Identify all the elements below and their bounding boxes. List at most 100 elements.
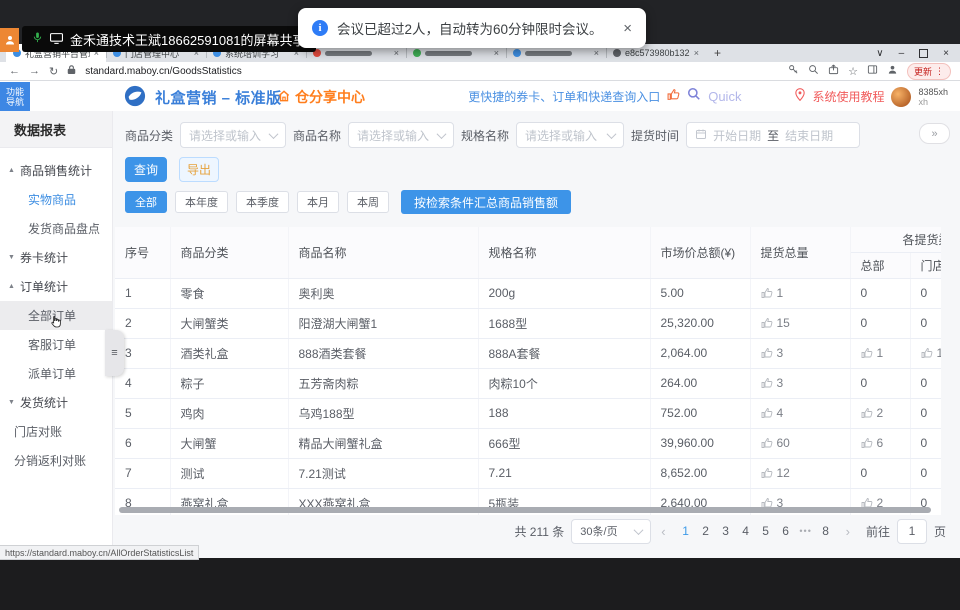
tab-close-icon[interactable]: × (394, 48, 399, 58)
sidebar-item[interactable]: 全部订单 (0, 301, 112, 330)
forward-icon[interactable]: → (29, 65, 40, 77)
screen-share-banner: 金禾通技术王斌18662591081的屏幕共享 (22, 26, 316, 52)
sidebar-item[interactable]: ▼发货统计 (0, 388, 112, 417)
range-tab[interactable]: 本季度 (236, 191, 289, 213)
quick-search-icon[interactable] (687, 87, 701, 106)
range-tab[interactable]: 本月 (297, 191, 339, 213)
sidebar-item[interactable]: 客服订单 (0, 330, 112, 359)
expand-filters-button[interactable]: » (919, 123, 950, 144)
summary-button[interactable]: 按检索条件汇总商品销售额 (401, 190, 571, 214)
sidebar-item-label: 订单统计 (20, 278, 68, 295)
goods-table-panel: 序号 商品分类 商品名称 规格名称 市场价总额(¥) 提货总量 各提货渠道 总部… (115, 227, 941, 515)
range-tab[interactable]: 全部 (125, 191, 167, 213)
spec-select[interactable]: 请选择或输入 (516, 122, 624, 148)
tab-search-chevron-icon[interactable]: ∨ (876, 48, 883, 59)
tab-close-icon[interactable]: × (694, 48, 699, 58)
table-cell: 3 (750, 338, 850, 368)
profile-icon[interactable] (887, 64, 898, 78)
padlock-icon[interactable] (67, 64, 76, 78)
export-button[interactable]: 导出 (179, 157, 219, 182)
page-number[interactable]: 2 (696, 524, 716, 538)
table-cell: 1 (910, 338, 941, 368)
function-nav-toggle[interactable]: 功能导航 (0, 82, 30, 111)
reload-icon[interactable]: ↻ (49, 65, 58, 78)
bookmark-star-icon[interactable]: ☆ (848, 65, 858, 78)
date-range-picker[interactable]: 开始日期 至 结束日期 (686, 122, 860, 148)
warehouse-icon (277, 89, 291, 106)
sidebar-item[interactable]: 派单订单 (0, 359, 112, 388)
location-pin-icon (795, 88, 805, 106)
tab-close-icon[interactable]: × (494, 48, 499, 58)
table-cell: 0 (910, 458, 941, 488)
sidebar-item-label: 实物商品 (28, 191, 76, 208)
new-tab-button[interactable]: + (710, 46, 725, 61)
goto-label: 前往 (866, 523, 890, 540)
sidebar-item[interactable]: 分销返利对账 (0, 446, 112, 475)
mouse-cursor-icon (50, 315, 61, 328)
sidebar-item[interactable]: 门店对账 (0, 417, 112, 446)
page-number[interactable]: 3 (716, 524, 736, 538)
back-icon[interactable]: ← (9, 65, 20, 77)
table-cell: 5.00 (650, 278, 750, 308)
sidebar-item[interactable]: 发货商品盘点 (0, 214, 112, 243)
table-cell: 乌鸡188型 (288, 398, 478, 428)
warehouse-share-center-link[interactable]: 仓分享中心 (277, 87, 365, 107)
goto-page-input[interactable] (897, 519, 927, 544)
table-cell: 5 (115, 398, 170, 428)
page-number[interactable]: 1 (676, 524, 696, 538)
product-name-select[interactable]: 请选择或输入 (348, 122, 454, 148)
next-page-button[interactable]: › (843, 524, 853, 539)
table-cell: 12 (750, 458, 850, 488)
category-select[interactable]: 请选择或输入 (180, 122, 286, 148)
range-tab[interactable]: 本周 (347, 191, 389, 213)
table-cell: 6 (850, 428, 910, 458)
sidebar-item[interactable]: ▲商品销售统计 (0, 156, 112, 185)
pickup-hand-icon (921, 347, 933, 359)
quick-label[interactable]: Quick (708, 89, 741, 104)
screen-share-icon (50, 32, 63, 47)
prev-page-button[interactable]: ‹ (658, 524, 668, 539)
minimize-button[interactable]: – (899, 48, 905, 59)
restore-window-button[interactable] (919, 49, 928, 58)
table-row: 2大闸蟹类阳澄湖大闸蟹11688型25,320.001500 (115, 308, 941, 338)
tab-close-icon[interactable]: × (594, 48, 599, 58)
side-panel-icon[interactable] (867, 64, 878, 78)
sidebar-item[interactable]: ▲订单统计 (0, 272, 112, 301)
sidebar-item[interactable]: 实物商品 (0, 185, 112, 214)
chrome-update-button[interactable]: 更新 ⋮ (907, 63, 951, 80)
url-text[interactable]: standard.maboy.cn/GoodsStatistics (85, 66, 242, 77)
page-numbers: 123456•••8 (676, 524, 836, 538)
table-cell: 粽子 (170, 368, 288, 398)
microphone-icon[interactable] (32, 31, 43, 47)
table-cell: 3 (750, 368, 850, 398)
col-header-category: 商品分类 (170, 227, 288, 278)
quick-entry-tip[interactable]: 更快捷的券卡、订单和快递查询入口 (468, 88, 660, 105)
screen-share-text: 金禾通技术王斌18662591081的屏幕共享 (70, 30, 306, 49)
table-cell: 1 (850, 338, 910, 368)
close-window-button[interactable]: × (943, 48, 949, 59)
kebab-menu-icon[interactable]: ⋮ (935, 66, 944, 77)
pickup-time-label: 提货时间 (631, 127, 679, 144)
date-separator: 至 (767, 127, 779, 144)
query-button[interactable]: 查询 (125, 157, 167, 182)
system-tutorial-link[interactable]: 系统使用教程 (812, 88, 884, 105)
sidebar-collapse-handle[interactable]: ≡ (105, 330, 124, 376)
horizontal-scrollbar[interactable] (119, 507, 931, 513)
page-number[interactable]: 6 (776, 524, 796, 538)
page-size-select[interactable]: 30条/页 (571, 519, 651, 544)
range-tab[interactable]: 本年度 (175, 191, 228, 213)
address-bar-actions: ☆ 更新 ⋮ (788, 63, 951, 80)
page-ellipsis[interactable]: ••• (796, 526, 816, 536)
page-number[interactable]: 8 (816, 524, 836, 538)
participant-icon[interactable] (0, 28, 19, 52)
table-cell: 25,320.00 (650, 308, 750, 338)
zoom-icon[interactable] (808, 64, 819, 78)
share-icon[interactable] (828, 64, 839, 78)
toast-close-icon[interactable]: × (623, 20, 632, 37)
key-icon[interactable] (788, 64, 799, 78)
user-avatar[interactable] (891, 87, 911, 107)
page-number[interactable]: 4 (736, 524, 756, 538)
page-number[interactable]: 5 (756, 524, 776, 538)
sidebar-item[interactable]: ▼券卡统计 (0, 243, 112, 272)
screen: 礼盒营销平台管理中心×门店管理中心×系统培训学习××××e8c573980b13… (0, 0, 960, 610)
